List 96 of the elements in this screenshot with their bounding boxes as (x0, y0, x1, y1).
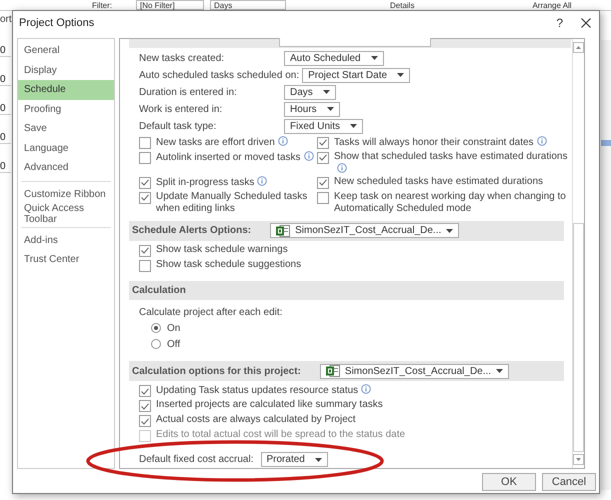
gantt-bar (601, 140, 611, 146)
radio-button[interactable] (151, 323, 161, 334)
checkbox-label: Keep task on nearest working day when changing to Automatically Scheduled mode (334, 190, 567, 215)
checkbox-label: Actual costs are always calculated by Project (156, 414, 356, 426)
checkbox[interactable] (139, 415, 151, 428)
radio-button[interactable] (151, 339, 161, 350)
table-cell: 0 (0, 115, 11, 144)
dropdown[interactable]: Project Start Date (302, 68, 410, 83)
sidebar-item[interactable]: Advanced (18, 158, 114, 178)
checkbox-label: Show task schedule suggestions (156, 258, 302, 271)
dialog-button[interactable]: OK (482, 473, 536, 491)
caret-icon (397, 73, 404, 78)
caret-icon (446, 228, 454, 233)
filter-label: Filter: (92, 0, 113, 10)
field-label: Default fixed cost accrual: (139, 454, 254, 466)
checkbox[interactable] (317, 136, 329, 149)
checkbox-label: Show task schedule warnings (156, 244, 288, 256)
info-icon (278, 136, 288, 146)
info-icon (257, 176, 268, 186)
checkbox[interactable] (139, 400, 151, 412)
checkbox-label: Show that scheduled tasks have estimated durations (334, 150, 572, 176)
table-cell: 0 (0, 86, 11, 115)
dropdown[interactable]: Auto Scheduled (284, 50, 384, 66)
section-title: Schedule Alerts Options: (132, 225, 252, 236)
file-icon (326, 365, 340, 378)
table-cell: 0 (0, 144, 11, 173)
section-title: Calculation (132, 284, 186, 296)
field-label: Duration is entered in: (139, 86, 238, 98)
checkbox[interactable] (139, 192, 151, 204)
field-label: Work is entered in: (139, 104, 224, 115)
caret-icon (322, 90, 330, 94)
table-cell: 0 (0, 28, 11, 57)
sidebar-item[interactable]: Quick Access Toolbar (18, 204, 114, 224)
checkbox[interactable] (139, 136, 151, 149)
caret-icon (326, 107, 334, 112)
checkbox-label: Inserted projects are calculated like summary tasks (156, 399, 383, 412)
radio-label: On (167, 322, 180, 334)
dropdown[interactable]: Hours (284, 102, 340, 117)
project-dropdown[interactable]: SimonSezIT_Cost_Accrual_De... (320, 364, 510, 379)
checkbox[interactable] (317, 152, 329, 164)
caret-icon (496, 369, 504, 374)
sidebar-item[interactable]: Customize Ribbon (18, 184, 114, 204)
radio-label: Off (167, 338, 180, 350)
help-button[interactable]: ? (556, 16, 563, 30)
checkbox[interactable] (139, 385, 151, 398)
checkbox[interactable] (139, 152, 151, 164)
sidebar-item[interactable]: Proofing (18, 100, 114, 119)
details-checkbox-label[interactable]: Details (390, 0, 414, 10)
scrollbar[interactable] (572, 39, 584, 468)
checkbox-label: Updating Task status updates resource status (156, 384, 372, 398)
dropdown[interactable]: Days (284, 84, 336, 100)
checkbox[interactable] (139, 176, 151, 189)
caret-icon (370, 56, 378, 60)
field-label: Auto scheduled tasks scheduled on: (139, 70, 300, 81)
section-title: Calculation options for this project: (132, 366, 301, 377)
checkbox-label: Edits to total actual cost will be spread to the status date (156, 429, 406, 442)
checkbox[interactable] (317, 176, 329, 189)
ribbon-label: ort (0, 14, 11, 27)
info-icon (304, 150, 314, 161)
caret-icon (314, 458, 322, 462)
dialog-button[interactable]: Cancel (542, 473, 596, 491)
field-label: Default task type: (139, 120, 218, 132)
duration-dropdown[interactable]: Days (210, 0, 286, 10)
dropdown[interactable]: Prorated (260, 452, 328, 468)
sidebar-item[interactable]: Add-ins (18, 230, 114, 250)
caret-icon (350, 124, 358, 128)
close-icon[interactable] (581, 18, 591, 28)
checkbox-label: Tasks will always honor their constraint dates (334, 136, 547, 149)
project-dropdown[interactable]: SimonSezIT_Cost_Accrual_De... (270, 223, 460, 238)
field-label: New tasks created: (139, 52, 226, 64)
dropdown[interactable]: Fixed Units (284, 118, 364, 134)
sidebar-item[interactable]: Schedule (18, 80, 114, 100)
checkbox[interactable] (317, 192, 329, 204)
info-icon (536, 136, 547, 146)
sidebar-item[interactable]: Trust Center (18, 250, 114, 270)
checkbox-label: New tasks are effort driven (156, 136, 288, 149)
filter-dropdown[interactable]: [No Filter] (136, 0, 204, 10)
option-label: Calculate project after each edit: (138, 306, 284, 320)
file-icon (276, 224, 290, 237)
checkbox[interactable] (139, 244, 151, 257)
info-icon (337, 162, 347, 173)
info-icon (361, 384, 372, 394)
checkbox[interactable] (139, 260, 151, 272)
window-title: Project Options (19, 17, 96, 29)
table-cell: 0 (0, 57, 11, 86)
sidebar-item[interactable]: Save (18, 119, 114, 138)
sidebar-item[interactable]: Display (18, 60, 114, 80)
arrange-all-button[interactable]: Arrange All (532, 0, 572, 10)
sidebar-item[interactable]: General (18, 41, 114, 60)
sidebar-item[interactable]: Language (18, 138, 114, 158)
scroll-up-icon[interactable] (576, 46, 581, 49)
scroll-down-icon[interactable] (576, 458, 581, 461)
checkbox-label: Split in-progress tasks (156, 176, 268, 189)
checkbox-label: Update Manually Scheduled tasks when editing links (156, 190, 308, 215)
checkbox-label: New scheduled tasks have estimated durations (334, 176, 544, 188)
checkbox-label: Autolink inserted or moved tasks (156, 150, 314, 164)
